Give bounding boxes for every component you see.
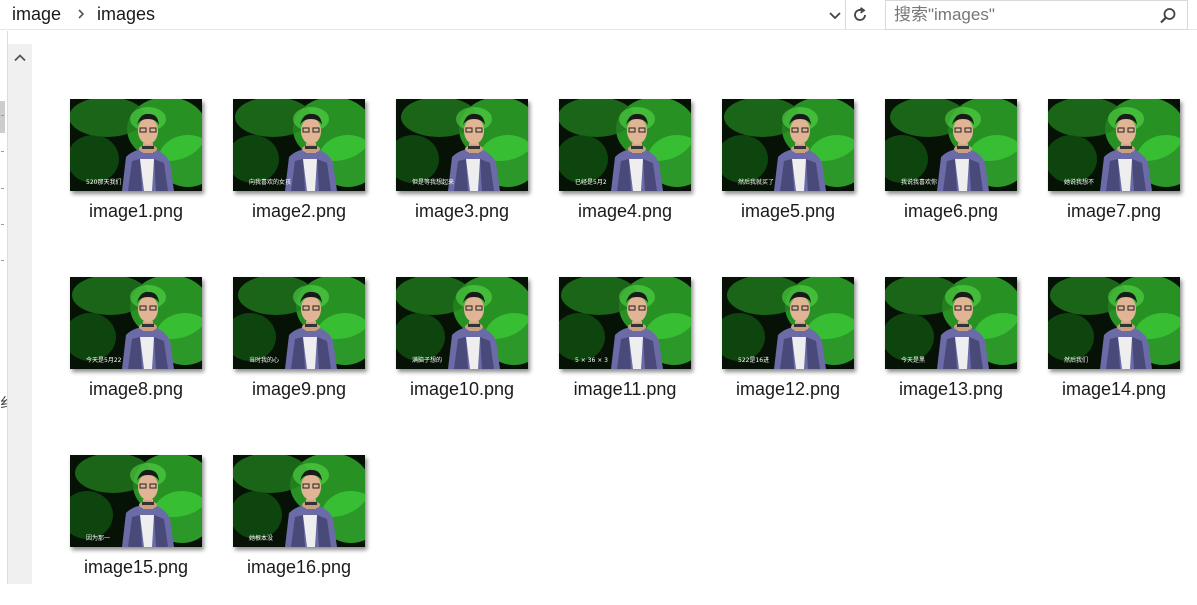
search-box[interactable] bbox=[885, 0, 1188, 30]
file-thumbnail[interactable]: 已经是5月2 bbox=[559, 99, 691, 191]
file-item[interactable]: 5 × 36 × 3 image11.png bbox=[552, 277, 702, 427]
breadcrumb-separator-icon[interactable] bbox=[76, 4, 86, 29]
file-item[interactable]: 已经是5月2 image4.png bbox=[552, 99, 702, 249]
file-thumbnail[interactable]: 因为那一 bbox=[70, 455, 202, 547]
file-thumbnail[interactable]: 5 × 36 × 3 bbox=[559, 277, 691, 369]
file-item[interactable]: 我说我喜欢你 image6.png bbox=[878, 99, 1028, 249]
file-name-label[interactable]: image16.png bbox=[226, 557, 372, 578]
chevron-down-icon[interactable] bbox=[823, 2, 847, 28]
svg-text:520那天我们: 520那天我们 bbox=[86, 178, 121, 186]
svg-text:她根本没: 她根本没 bbox=[249, 534, 273, 542]
file-thumbnail[interactable]: 520那天我们 bbox=[70, 99, 202, 191]
svg-text:我说我喜欢你: 我说我喜欢你 bbox=[901, 178, 937, 186]
file-name-label[interactable]: image15.png bbox=[63, 557, 209, 578]
search-icon[interactable] bbox=[1159, 7, 1177, 25]
file-thumbnail[interactable]: 满脑子想的 bbox=[396, 277, 528, 369]
file-item[interactable]: 522是16进 image12.png bbox=[715, 277, 865, 427]
svg-text:今天是5月22: 今天是5月22 bbox=[86, 356, 122, 364]
file-item[interactable]: 她根本没 image16.png bbox=[226, 455, 376, 605]
file-item[interactable]: 然后我们 image14.png bbox=[1041, 277, 1191, 427]
file-item[interactable]: 向我喜欢的女孩 image2.png bbox=[226, 99, 376, 249]
chevron-up-icon[interactable] bbox=[8, 44, 32, 72]
svg-text:向我喜欢的女孩: 向我喜欢的女孩 bbox=[249, 178, 291, 186]
file-name-label[interactable]: image14.png bbox=[1041, 379, 1187, 400]
vertical-scrollbar[interactable] bbox=[8, 44, 32, 584]
file-thumbnail[interactable]: 我说我喜欢你 bbox=[885, 99, 1017, 191]
file-name-label[interactable]: image6.png bbox=[878, 201, 1024, 222]
file-item[interactable]: 因为那一 image15.png bbox=[63, 455, 213, 605]
file-thumbnail[interactable]: 她根本没 bbox=[233, 455, 365, 547]
svg-text:她说我想不: 她说我想不 bbox=[1064, 178, 1094, 186]
svg-text:但是等我想起来: 但是等我想起来 bbox=[412, 178, 454, 186]
svg-text:然后我们: 然后我们 bbox=[1064, 356, 1088, 364]
search-input[interactable] bbox=[894, 4, 1149, 26]
file-item[interactable]: 她说我想不 image7.png bbox=[1041, 99, 1191, 249]
file-thumbnail[interactable]: 然后我们 bbox=[1048, 277, 1180, 369]
file-item[interactable]: 然后我就买了 image5.png bbox=[715, 99, 865, 249]
file-item[interactable]: 今天是黑 image13.png bbox=[878, 277, 1028, 427]
file-name-label[interactable]: image8.png bbox=[63, 379, 209, 400]
file-name-label[interactable]: image9.png bbox=[226, 379, 372, 400]
top-bar: image images bbox=[0, 0, 1197, 30]
svg-text:522是16进: 522是16进 bbox=[738, 356, 769, 364]
svg-text:已经是5月2: 已经是5月2 bbox=[575, 178, 607, 186]
file-name-label[interactable]: image11.png bbox=[552, 379, 698, 400]
file-name-label[interactable]: image10.png bbox=[389, 379, 535, 400]
address-bar[interactable]: image images bbox=[0, 0, 846, 30]
breadcrumb-item-images[interactable]: images bbox=[97, 4, 155, 25]
file-item[interactable]: 520那天我们 image1.png bbox=[63, 99, 213, 249]
refresh-icon[interactable] bbox=[848, 2, 872, 28]
file-item[interactable]: 但是等我想起来 image3.png bbox=[389, 99, 539, 249]
nav-pane-scroll-thumb[interactable] bbox=[0, 101, 5, 133]
svg-text:当时我的心: 当时我的心 bbox=[249, 356, 279, 364]
file-item[interactable]: 今天是5月22 image8.png bbox=[63, 277, 213, 427]
navigation-pane-edge: 纟 bbox=[0, 31, 14, 584]
file-name-label[interactable]: image12.png bbox=[715, 379, 861, 400]
svg-text:因为那一: 因为那一 bbox=[86, 534, 110, 542]
file-thumbnail[interactable]: 522是16进 bbox=[722, 277, 854, 369]
file-thumbnail[interactable]: 当时我的心 bbox=[233, 277, 365, 369]
file-thumbnail[interactable]: 向我喜欢的女孩 bbox=[233, 99, 365, 191]
file-thumbnail[interactable]: 今天是5月22 bbox=[70, 277, 202, 369]
svg-text:满脑子想的: 满脑子想的 bbox=[412, 356, 442, 364]
file-item[interactable]: 满脑子想的 image10.png bbox=[389, 277, 539, 427]
svg-text:5 × 36 × 3: 5 × 36 × 3 bbox=[575, 357, 608, 364]
file-thumbnail[interactable]: 然后我就买了 bbox=[722, 99, 854, 191]
svg-text:然后我就买了: 然后我就买了 bbox=[738, 178, 774, 186]
svg-text:今天是黑: 今天是黑 bbox=[901, 356, 925, 364]
file-name-label[interactable]: image7.png bbox=[1041, 201, 1187, 222]
file-name-label[interactable]: image4.png bbox=[552, 201, 698, 222]
file-thumbnail[interactable]: 今天是黑 bbox=[885, 277, 1017, 369]
file-thumbnail[interactable]: 她说我想不 bbox=[1048, 99, 1180, 191]
file-name-label[interactable]: image1.png bbox=[63, 201, 209, 222]
file-item[interactable]: 当时我的心 image9.png bbox=[226, 277, 376, 427]
breadcrumb-item-image[interactable]: image bbox=[12, 4, 61, 25]
file-name-label[interactable]: image5.png bbox=[715, 201, 861, 222]
file-thumbnail[interactable]: 但是等我想起来 bbox=[396, 99, 528, 191]
file-name-label[interactable]: image2.png bbox=[226, 201, 372, 222]
file-name-label[interactable]: image3.png bbox=[389, 201, 535, 222]
file-name-label[interactable]: image13.png bbox=[878, 379, 1024, 400]
